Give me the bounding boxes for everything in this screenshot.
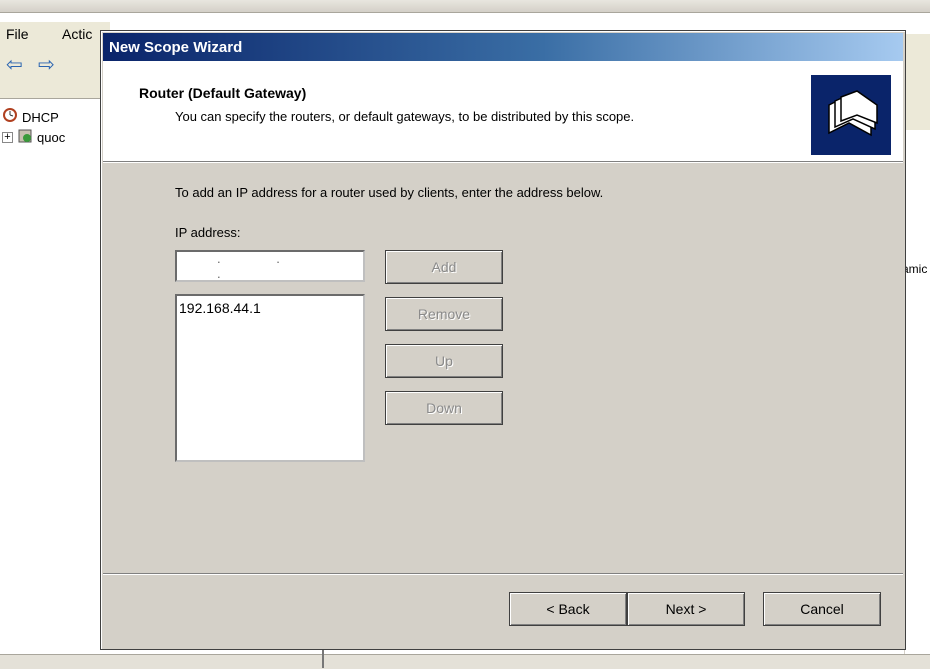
next-button[interactable]: Next > (627, 592, 745, 626)
down-button[interactable]: Down (385, 391, 503, 425)
console-status-bar (0, 654, 930, 669)
list-item[interactable]: 192.168.44.1 (179, 300, 361, 316)
server-icon (17, 128, 33, 147)
console-details-pane (904, 130, 930, 660)
ip-address-input[interactable]: . . . (175, 250, 365, 282)
tree-item-server[interactable]: + quoc (2, 128, 65, 147)
menu-file[interactable]: File (6, 26, 29, 42)
console-title-bar (0, 0, 930, 13)
header-divider (103, 162, 903, 163)
back-button[interactable]: < Back (509, 592, 627, 626)
console-right-toolbar (904, 34, 930, 131)
dhcp-icon (2, 108, 18, 127)
cancel-button[interactable]: Cancel (763, 592, 881, 626)
wizard-title: New Scope Wizard (109, 38, 243, 56)
page-subtitle: You can specify the routers, or default … (175, 109, 635, 124)
expand-plus-icon[interactable]: + (2, 132, 13, 143)
tree-item-dhcp[interactable]: DHCP (2, 108, 59, 127)
tree-label-server: quoc (37, 130, 66, 145)
tree-label-dhcp: DHCP (22, 110, 59, 125)
new-scope-wizard-dialog: New Scope Wizard Router (Default Gateway… (100, 30, 906, 650)
up-button[interactable]: Up (385, 344, 503, 378)
instruction-text: To add an IP address for a router used b… (175, 185, 604, 200)
page-title: Router (Default Gateway) (139, 85, 307, 101)
status-bar-divider (322, 648, 324, 668)
back-arrow-icon[interactable]: ⇦ (6, 52, 23, 77)
add-button[interactable]: Add (385, 250, 503, 284)
console-toolbar: ⇦ ⇨ (0, 48, 110, 99)
router-list[interactable]: 192.168.44.1 (175, 294, 365, 462)
remove-button[interactable]: Remove (385, 297, 503, 331)
wizard-header: Router (Default Gateway) You can specify… (103, 61, 903, 162)
ip-address-label: IP address: (175, 225, 241, 240)
console-tree: DHCP + quoc (0, 100, 110, 660)
menu-action[interactable]: Actic (62, 26, 92, 42)
folders-icon (811, 75, 891, 155)
footer-divider (103, 573, 903, 574)
wizard-title-bar[interactable]: New Scope Wizard (103, 33, 903, 61)
console-menu-bar: File Actic (0, 22, 110, 48)
forward-arrow-icon[interactable]: ⇨ (38, 52, 55, 77)
